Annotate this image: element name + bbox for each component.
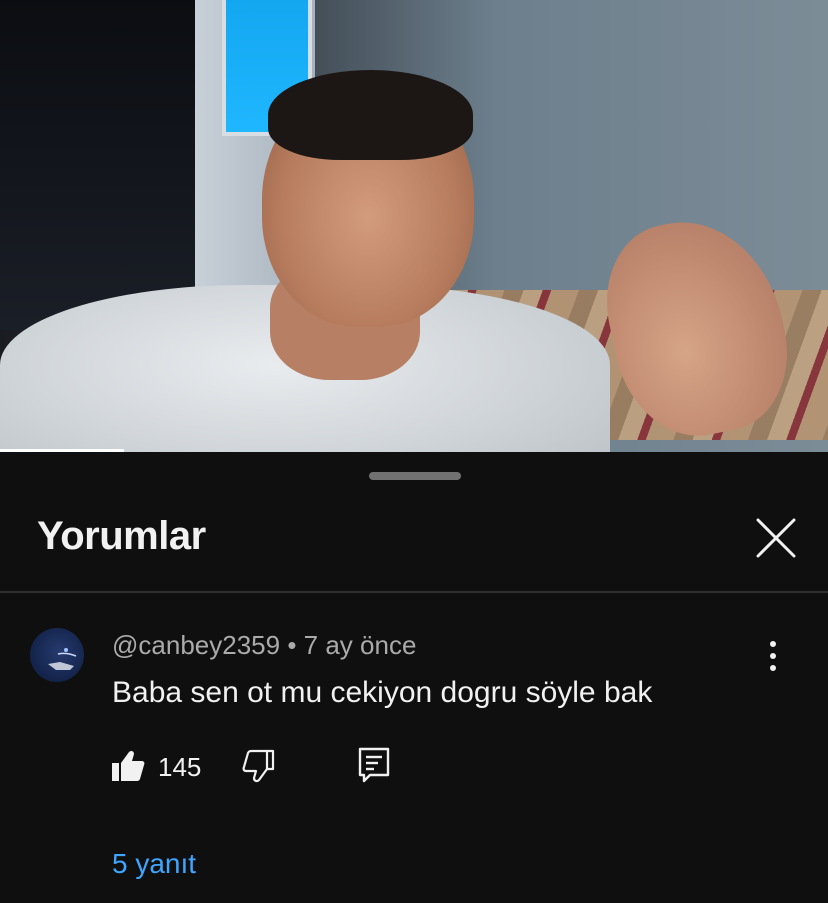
- reply-button[interactable]: [356, 746, 392, 784]
- comment-text: Baba sen ot mu cekiyon dogru söyle bak: [112, 676, 653, 709]
- meta-separator: •: [287, 630, 297, 660]
- video-frame-background: [0, 0, 210, 330]
- header-divider: [0, 591, 828, 593]
- comment-author[interactable]: @canbey2359: [112, 630, 280, 660]
- dislike-button[interactable]: [240, 748, 276, 784]
- close-button[interactable]: [748, 510, 804, 566]
- more-vertical-icon: [770, 641, 776, 671]
- comment-meta: @canbey2359 • 7 ay önce: [112, 630, 416, 661]
- like-count: 145: [158, 752, 202, 782]
- thumbs-up-icon: [112, 750, 145, 781]
- view-replies-link[interactable]: 5 yanıt: [112, 848, 196, 880]
- video-player[interactable]: [0, 0, 828, 452]
- more-options-button[interactable]: [758, 636, 788, 676]
- comment-time: 7 ay önce: [303, 630, 417, 660]
- comments-sheet: Yorumlar @canbey2359 • 7 ay önce Baba se…: [0, 452, 828, 903]
- close-icon: [756, 518, 796, 558]
- video-frame-person-hair: [268, 70, 473, 160]
- like-button[interactable]: [110, 748, 146, 784]
- thumbs-down-icon: [242, 749, 275, 783]
- drag-handle[interactable]: [369, 472, 461, 480]
- avatar[interactable]: [30, 628, 84, 682]
- comments-title: Yorumlar: [37, 514, 206, 558]
- reply-icon: [358, 747, 390, 783]
